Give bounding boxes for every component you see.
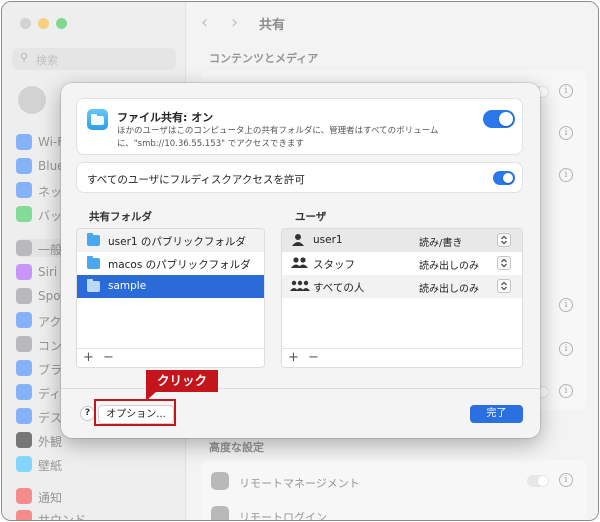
row-label: スタッフ [313, 259, 355, 271]
file-sharing-card: ファイル共有: オン ほかのユーザはこのコンピュータ上の共有フォルダに、管理者は… [76, 98, 523, 155]
list-item-selected[interactable]: sample [77, 275, 264, 298]
folders-list-footer: + − [77, 348, 264, 367]
remove-folder-button[interactable]: − [103, 350, 114, 365]
file-sharing-description: ほかのユーザはこのコンピュータ上の共有フォルダに、管理者はすべてのボリュームに、… [117, 126, 439, 149]
folder-icon [87, 279, 100, 292]
click-annotation-label: クリック [146, 370, 218, 392]
list-item[interactable]: user1 読み/書き [282, 229, 522, 252]
person-icon [290, 233, 310, 247]
row-label: sample [108, 280, 147, 292]
shared-folders-list: user1 のパブリックフォルダ macos のパブリックフォルダ sample… [76, 228, 265, 368]
permission-stepper-icon[interactable] [497, 233, 511, 247]
file-sharing-title: ファイル共有: オン [117, 111, 214, 124]
full-disk-access-toggle[interactable] [493, 171, 515, 185]
list-item[interactable]: すべての人 読み出しのみ [282, 275, 522, 298]
add-folder-button[interactable]: + [83, 350, 94, 365]
sheet-divider [61, 388, 540, 389]
row-label: user1 のパブリックフォルダ [108, 236, 246, 248]
users-list-footer: + − [282, 348, 522, 367]
list-item[interactable]: macos のパブリックフォルダ [77, 252, 264, 275]
help-button[interactable]: ? [80, 406, 95, 421]
users-heading: ユーザ [295, 211, 327, 223]
row-label: すべての人 [313, 282, 365, 294]
folder-share-icon [87, 109, 108, 130]
folder-icon [87, 233, 100, 246]
list-item[interactable]: スタッフ 読み出しのみ [282, 252, 522, 275]
row-label: macos のパブリックフォルダ [108, 259, 251, 271]
permission-select[interactable]: 読み/書き [419, 234, 462, 249]
shared-folders-heading: 共有フォルダ [89, 211, 152, 223]
add-user-button[interactable]: + [288, 350, 299, 365]
remove-user-button[interactable]: − [308, 350, 319, 365]
group-icon [290, 256, 310, 270]
row-label: user1 [313, 234, 343, 246]
click-annotation-highlight [94, 399, 176, 426]
done-button[interactable]: 完了 [470, 405, 523, 423]
permission-select[interactable]: 読み出しのみ [419, 280, 479, 295]
full-disk-access-label: すべてのユーザにフルディスクアクセスを許可 [87, 174, 305, 186]
file-sharing-toggle[interactable] [483, 110, 515, 128]
users-list: user1 読み/書き スタッフ 読み出しのみ すべての人 読み出しのみ + − [281, 228, 523, 368]
permission-stepper-icon[interactable] [497, 256, 511, 270]
everyone-icon [290, 279, 310, 293]
list-item[interactable]: user1 のパブリックフォルダ [77, 229, 264, 252]
permission-stepper-icon[interactable] [497, 279, 511, 293]
file-sharing-sheet: ファイル共有: オン ほかのユーザはこのコンピュータ上の共有フォルダに、管理者は… [61, 83, 540, 438]
full-disk-access-card: すべてのユーザにフルディスクアクセスを許可 [76, 162, 523, 193]
permission-select[interactable]: 読み出しのみ [419, 257, 479, 272]
folder-icon [87, 256, 100, 269]
